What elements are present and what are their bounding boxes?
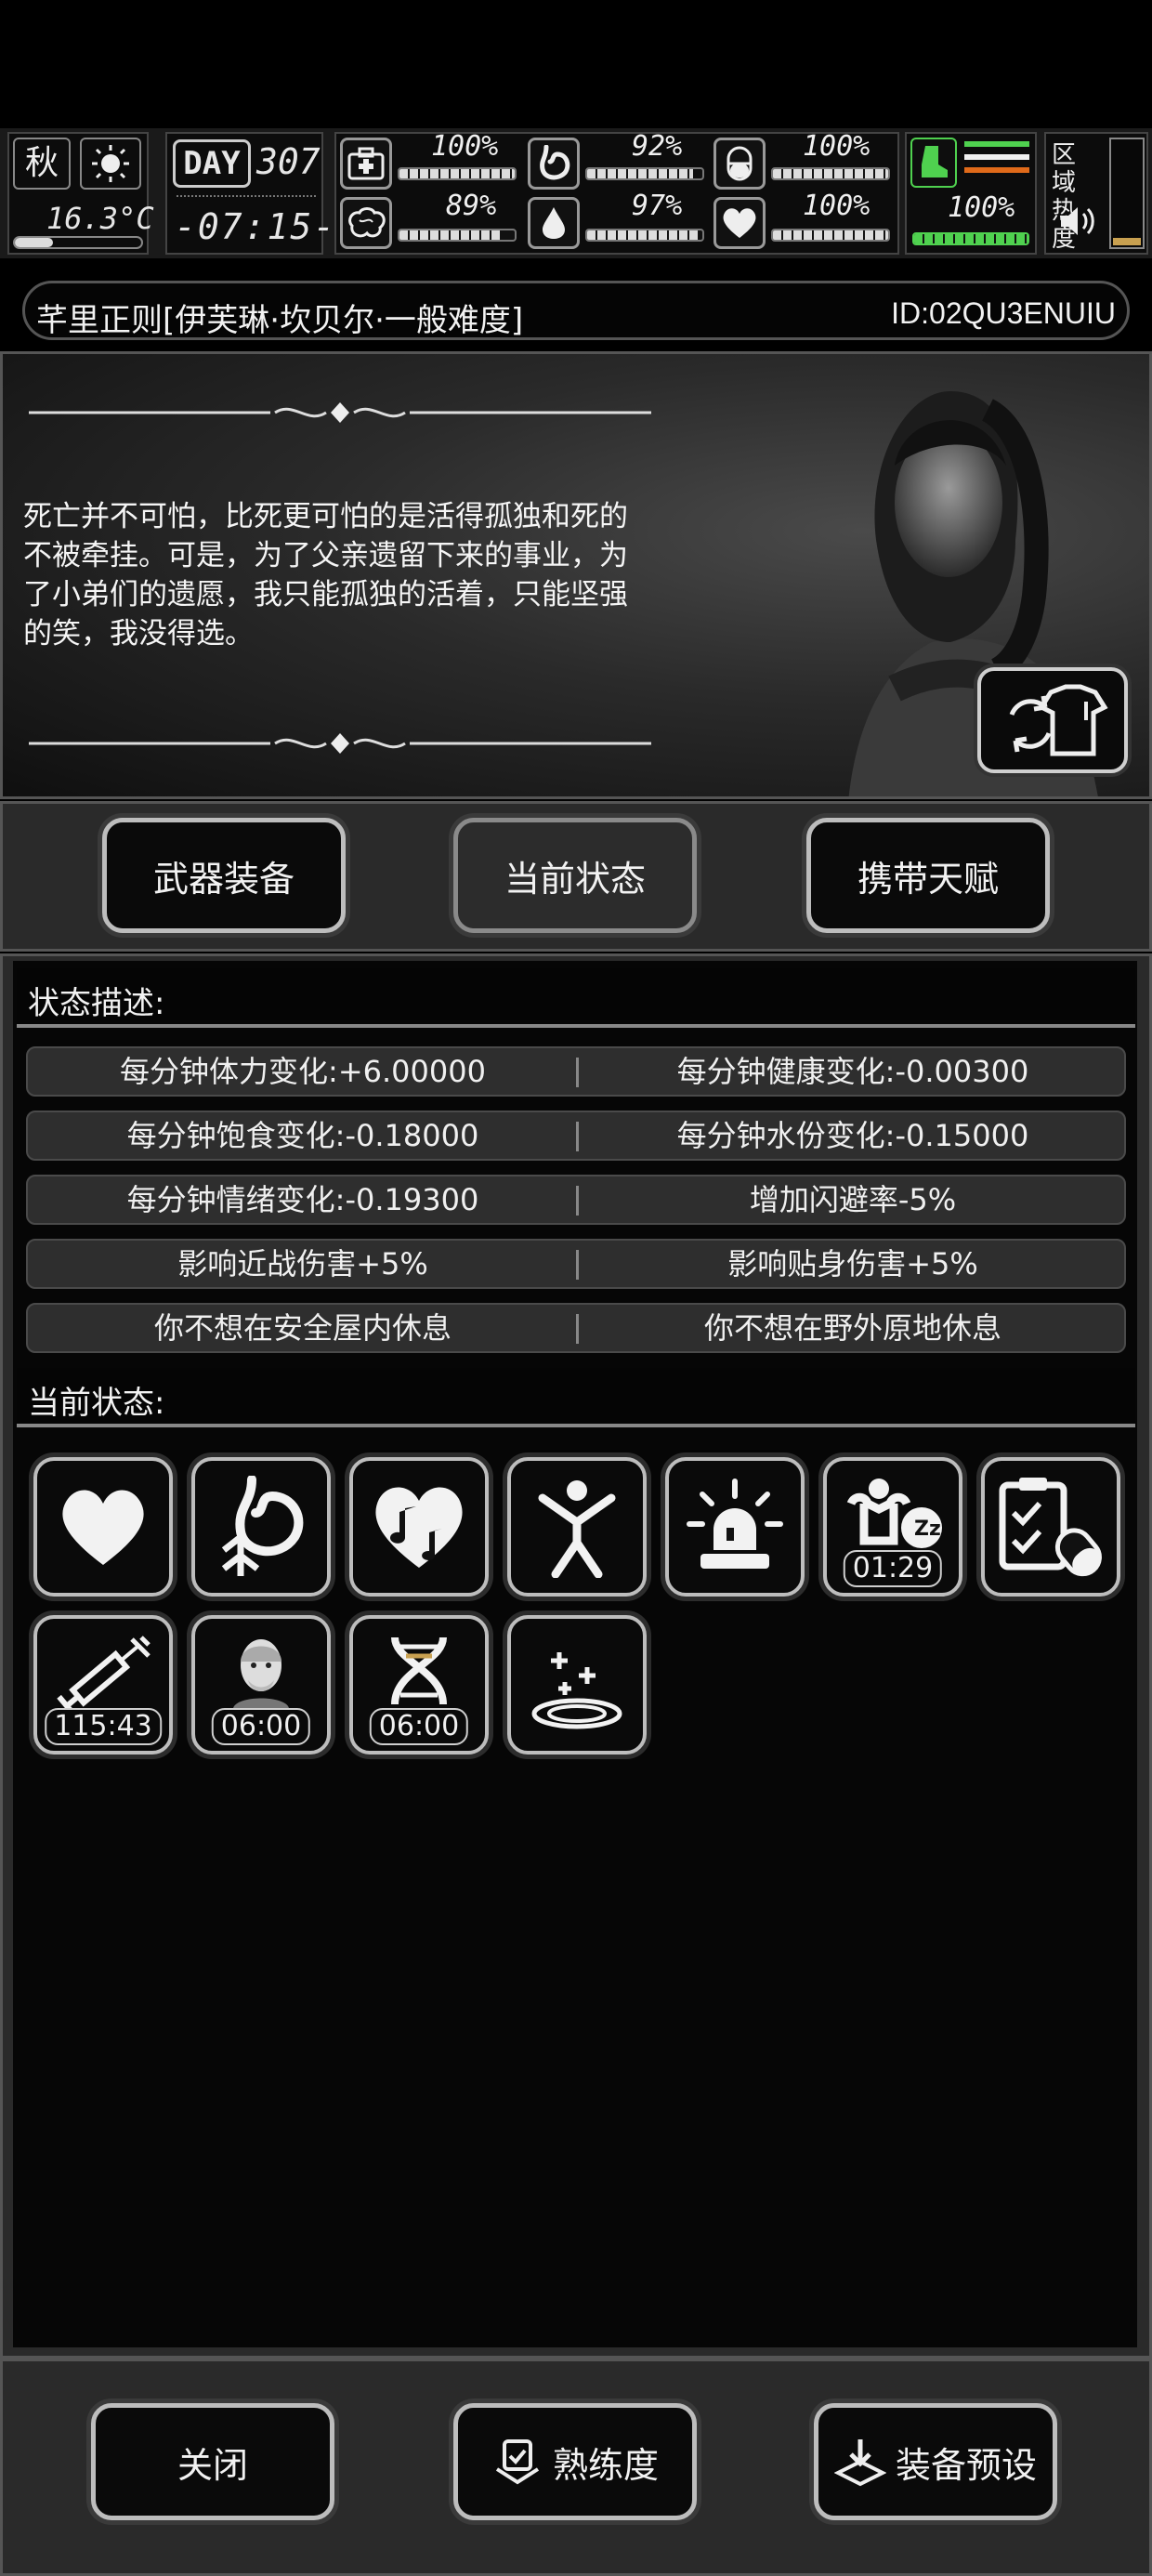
day-label: DAY bbox=[173, 139, 251, 188]
old-man-icon[interactable]: 06:00 bbox=[191, 1615, 331, 1755]
medical-clipboard-icon[interactable] bbox=[981, 1457, 1120, 1597]
hunger-value: 92% bbox=[632, 130, 683, 163]
equipment-preset-button[interactable]: 装备预设 bbox=[814, 2403, 1057, 2520]
person-stretch-icon[interactable] bbox=[507, 1457, 647, 1597]
zone-heat-meter bbox=[1109, 138, 1145, 249]
svg-text:Zz: Zz bbox=[914, 1518, 941, 1541]
preset-button-label: 装备预设 bbox=[895, 2444, 1037, 2486]
heart-bar bbox=[771, 229, 890, 242]
effect-mood-rate: 每分钟情绪变化:-0.19300 bbox=[126, 1182, 479, 1217]
tab-talents[interactable]: 携带天赋 bbox=[806, 818, 1050, 933]
effect-row: 每分钟体力变化:+6.00000 每分钟健康变化:-0.00300 bbox=[26, 1046, 1126, 1097]
heart-status-icon[interactable] bbox=[33, 1457, 173, 1597]
hunger-bar bbox=[585, 167, 704, 180]
proficiency-button[interactable]: 熟练度 bbox=[453, 2403, 697, 2520]
ornament-divider-top bbox=[29, 402, 651, 423]
medkit-icon bbox=[340, 138, 392, 190]
health-bar bbox=[398, 167, 517, 180]
close-button[interactable]: 关闭 bbox=[91, 2403, 334, 2520]
character-name: 芊里正则[伊芙琳·坎贝尔·一般难度] bbox=[36, 302, 524, 339]
sanity-bar-fill bbox=[773, 169, 888, 178]
health-bar-fill bbox=[399, 169, 515, 178]
effect-row: 每分钟饱食变化:-0.18000 每分钟水份变化:-0.15000 bbox=[26, 1111, 1126, 1161]
effect-no-rest-outdoor: 你不想在野外原地休息 bbox=[703, 1310, 1001, 1346]
effect-row: 每分钟情绪变化:-0.19300 增加闪避率-5% bbox=[26, 1175, 1126, 1225]
sanity-bar bbox=[771, 167, 890, 180]
brain-icon bbox=[340, 197, 392, 249]
effect-row: 影响近战伤害+5% 影响贴身伤害+5% bbox=[26, 1239, 1126, 1289]
day-number: 307 bbox=[256, 141, 321, 182]
music-heart-icon[interactable] bbox=[349, 1457, 489, 1597]
outfit-swap-icon bbox=[1009, 684, 1108, 756]
thermometer-icon bbox=[13, 236, 143, 249]
boot-icon bbox=[910, 138, 957, 188]
close-button-label: 关闭 bbox=[177, 2444, 248, 2486]
status-timer: 06:00 bbox=[211, 1708, 311, 1745]
temperature: 16.3°C bbox=[46, 201, 154, 236]
brain-value: 89% bbox=[446, 190, 497, 222]
status-timer: 06:00 bbox=[369, 1708, 469, 1745]
heart-value: 100% bbox=[803, 190, 871, 222]
speaker-icon[interactable] bbox=[1059, 204, 1096, 242]
effect-close-damage: 影响贴身伤害+5% bbox=[727, 1246, 978, 1281]
stamina-panel: 100% bbox=[905, 132, 1037, 255]
effect-hunger-rate: 每分钟饱食变化:-0.18000 bbox=[126, 1118, 479, 1153]
sun-icon bbox=[80, 138, 141, 190]
effect-stamina-rate: 每分钟体力变化:+6.00000 bbox=[120, 1054, 486, 1089]
water-bar-fill bbox=[587, 230, 700, 240]
hunger-bar-fill bbox=[587, 169, 694, 178]
proficiency-button-label: 熟练度 bbox=[552, 2444, 659, 2486]
season-label: 秋 bbox=[13, 138, 71, 190]
water-bar bbox=[585, 229, 704, 242]
status-timer: 01:29 bbox=[843, 1550, 943, 1587]
stamina-value: 100% bbox=[948, 191, 1015, 224]
current-status-header: 当前状态: bbox=[17, 1368, 1135, 1427]
dna-icon[interactable]: 06:00 bbox=[349, 1615, 489, 1755]
heart-bar-fill bbox=[773, 230, 888, 240]
status-hud: 秋 16.3°C DAY 307 -07:15- 100% 92% 100% 8… bbox=[0, 128, 1152, 258]
zone-heat-panel[interactable]: 区域热度 bbox=[1044, 132, 1148, 255]
proficiency-icon bbox=[495, 2439, 540, 2485]
effect-health-rate: 每分钟健康变化:-0.00300 bbox=[676, 1054, 1029, 1089]
effect-melee-damage: 影响近战伤害+5% bbox=[177, 1246, 428, 1281]
change-outfit-button[interactable] bbox=[977, 667, 1128, 773]
player-id: ID:02QU3ENUIU bbox=[891, 296, 1116, 330]
sanity-value: 100% bbox=[803, 130, 871, 163]
brain-bar bbox=[398, 229, 517, 242]
ornament-divider-bottom bbox=[29, 733, 651, 754]
tab-weapon-equipment[interactable]: 武器装备 bbox=[102, 818, 346, 933]
sleepy-strong-icon[interactable]: Zz 01:29 bbox=[823, 1457, 962, 1597]
syringe-icon[interactable]: 115:43 bbox=[33, 1615, 173, 1755]
water-value: 97% bbox=[632, 190, 683, 222]
stamina-bar-fill bbox=[914, 234, 1028, 243]
tab-current-status[interactable]: 当前状态 bbox=[453, 818, 697, 933]
health-value: 100% bbox=[431, 130, 499, 163]
effect-water-rate: 每分钟水份变化:-0.15000 bbox=[676, 1118, 1029, 1153]
story-text: 死亡并不可怕，比死更可怕的是活得孤独和死的不被牵挂。可是，为了父亲遗留下来的事业… bbox=[23, 500, 628, 651]
weather-panel: 秋 16.3°C bbox=[7, 132, 154, 255]
day-clock-panel: DAY 307 -07:15- bbox=[165, 132, 334, 255]
clock: -07:15- bbox=[175, 206, 337, 247]
healing-area-icon[interactable] bbox=[507, 1615, 647, 1755]
effect-no-rest-safehouse: 你不想在安全屋内休息 bbox=[153, 1310, 452, 1346]
stamina-bar bbox=[912, 232, 1029, 245]
stomach-status-icon[interactable] bbox=[191, 1457, 331, 1597]
brain-bar-fill bbox=[399, 230, 503, 240]
stomach-icon bbox=[528, 138, 580, 190]
effect-dodge: 增加闪避率-5% bbox=[749, 1182, 957, 1217]
water-drop-icon bbox=[528, 197, 580, 249]
effect-row: 你不想在安全屋内休息 你不想在野外原地休息 bbox=[26, 1303, 1126, 1353]
status-timer: 115:43 bbox=[45, 1708, 162, 1745]
effects-header: 状态描述: bbox=[17, 968, 1135, 1028]
capsule-icon bbox=[713, 138, 766, 190]
alarm-light-icon[interactable] bbox=[665, 1457, 805, 1597]
heart-icon bbox=[713, 197, 766, 249]
character-title-bar: 芊里正则[伊芙琳·坎贝尔·一般难度] ID:02QU3ENUIU bbox=[22, 281, 1130, 340]
preset-icon bbox=[833, 2439, 886, 2487]
